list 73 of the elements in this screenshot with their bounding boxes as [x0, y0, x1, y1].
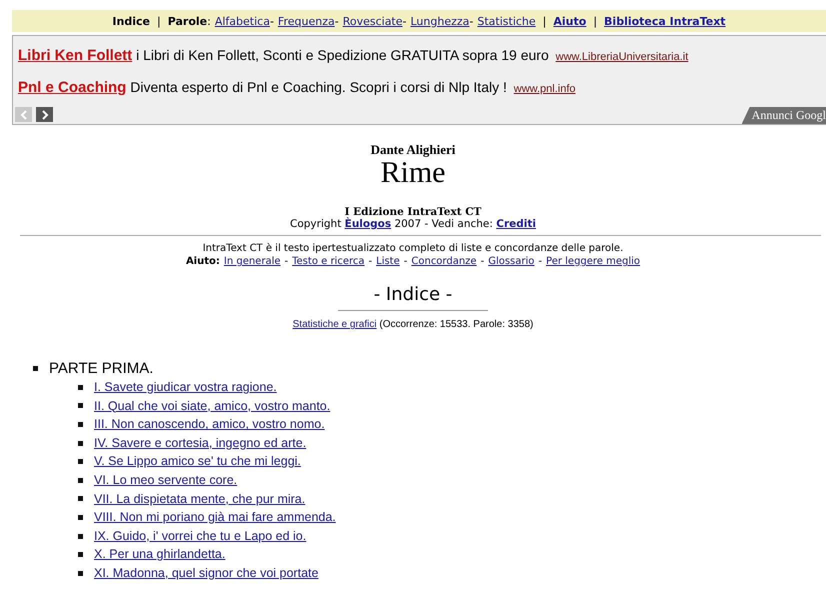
- nav-separator: |: [593, 14, 598, 28]
- statistics-link[interactable]: Statistiche e grafici: [292, 319, 377, 330]
- next-button[interactable]: [36, 107, 53, 122]
- poem-link[interactable]: V. Se Lippo amico se' tu che mi leggi.: [94, 452, 301, 471]
- poem-link[interactable]: IV. Savere e cortesia, ingegno ed arte.: [94, 434, 306, 452]
- link-separator: -: [284, 255, 288, 268]
- nav-link[interactable]: Biblioteca IntraText: [604, 14, 726, 28]
- bullet-icon: [78, 496, 83, 502]
- edition-label: I Edizione IntraText CT: [344, 206, 482, 218]
- nav-link[interactable]: Statistiche: [477, 14, 536, 28]
- link-separator: -: [404, 255, 408, 268]
- bullet-icon: [78, 440, 83, 446]
- intro-text: IntraText CT è il testo ipertestualizzato completo di liste e concordanze delle parole.: [202, 242, 624, 255]
- ad-badge[interactable]: Annunci Googl: [742, 107, 826, 124]
- poem-link[interactable]: I. Savete giudicar vostra ragione.: [94, 378, 277, 397]
- poem-link[interactable]: III. Non canoscendo, amico, vostro nomo.: [94, 415, 325, 434]
- link-separator: -: [480, 255, 484, 268]
- help-link[interactable]: In generale: [224, 255, 281, 268]
- ad-title-link[interactable]: Libri Ken Follett: [18, 47, 132, 64]
- bullet-icon: [78, 422, 83, 427]
- part-heading: PARTE PRIMA.: [49, 360, 154, 377]
- nav-link[interactable]: Rovesciate: [342, 14, 403, 28]
- ad-text: Diventa esperto di Pnl e Coaching. Scopri i corsi di Nlp Italy !: [130, 79, 507, 95]
- help-link[interactable]: Concordanze: [411, 255, 477, 268]
- link-separator: -: [538, 255, 542, 268]
- nav-link[interactable]: Lunghezza: [410, 14, 470, 28]
- bullet-icon: [78, 478, 83, 483]
- poem-link[interactable]: IX. Guido, i' vorrei che tu e Lapo ed io.: [94, 526, 306, 546]
- book-title: Rime: [380, 158, 446, 188]
- bullet-icon: [78, 534, 83, 539]
- copyright-line: Copyright Èulogos 2007 - Vedi anche: Crediti: [289, 218, 537, 230]
- help-link[interactable]: Liste: [376, 255, 400, 268]
- ad-url-link[interactable]: www.LibreriaUniversitaria.it: [556, 51, 688, 63]
- poem-link[interactable]: XI. Madonna, quel signor che voi portate: [94, 564, 318, 583]
- poem-link[interactable]: II. Qual che voi siate, amico, vostro manto.: [94, 396, 330, 416]
- nav-label: Indice: [112, 14, 150, 28]
- bullet-icon: [33, 366, 38, 371]
- poem-link[interactable]: VI. Lo meo servente core.: [94, 470, 238, 490]
- ad-url-link[interactable]: www.pnl.info: [514, 83, 576, 95]
- chevron-left-icon: [20, 110, 28, 120]
- poem-link[interactable]: VII. La dispietata mente, che pur mira.: [94, 490, 306, 508]
- ad-text: i Libri di Ken Follett, Sconti e Spedizione GRATUITA sopra 19 euro: [136, 47, 549, 63]
- help-link[interactable]: Glossario: [488, 255, 534, 268]
- bullet-icon: [78, 403, 83, 408]
- link-separator: -: [368, 255, 372, 268]
- index-heading: - Indice -: [372, 284, 454, 305]
- nav-separator: |: [542, 14, 546, 28]
- author-name: Dante Alighieri: [370, 142, 456, 158]
- credits-link[interactable]: Crediti: [496, 218, 536, 230]
- help-link[interactable]: Per leggere meglio: [546, 255, 640, 268]
- nav-link[interactable]: Alfabetica: [214, 14, 270, 28]
- bullet-icon: [78, 384, 83, 390]
- poem-link[interactable]: VIII. Non mi poriano già mai fare ammenda.: [94, 508, 336, 527]
- bullet-icon: [78, 552, 83, 558]
- nav-link[interactable]: Frequenza: [278, 14, 335, 28]
- nav-punctuation: :: [207, 14, 211, 28]
- nav-punctuation: -: [270, 14, 274, 28]
- nav-punctuation: -: [469, 14, 474, 28]
- publisher-link[interactable]: Èulogos: [344, 218, 392, 230]
- bullet-icon: [78, 570, 83, 576]
- help-link[interactable]: Testo e ricerca: [292, 255, 365, 268]
- nav-separator: |: [156, 14, 161, 28]
- poem-link[interactable]: X. Per una ghirlandetta.: [94, 545, 226, 564]
- nav-punctuation: -: [334, 14, 339, 28]
- bullet-icon: [78, 514, 83, 520]
- bullet-icon: [78, 459, 83, 464]
- chevron-right-icon: [40, 110, 48, 120]
- nav-punctuation: -: [402, 14, 406, 28]
- nav-label: Parole: [168, 14, 208, 28]
- statistics-text: (Occorrenze: 15533. Parole: 3358): [379, 319, 534, 330]
- ad-title-link[interactable]: Pnl e Coaching: [18, 79, 126, 96]
- help-label: Aiuto:: [186, 255, 220, 268]
- nav-link[interactable]: Aiuto: [553, 14, 586, 28]
